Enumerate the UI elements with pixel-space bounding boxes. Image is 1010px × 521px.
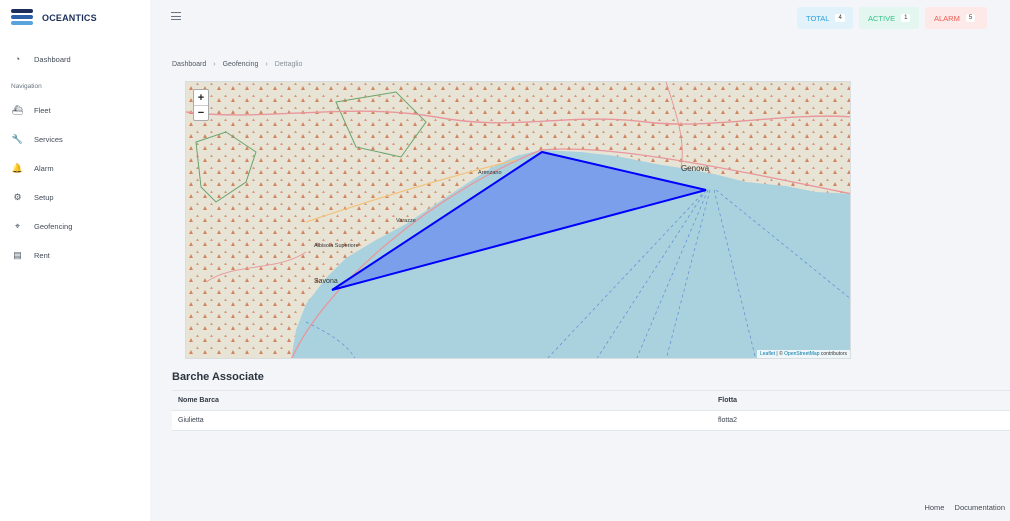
sidebar-item-services[interactable]: 🔧 Services bbox=[12, 132, 63, 146]
map-canvas bbox=[186, 82, 850, 358]
map-label-genova: Genova bbox=[681, 164, 710, 173]
sidebar-item-fleet[interactable]: ⛴ Fleet bbox=[12, 103, 51, 117]
active-badge[interactable]: ACTIVE 1 bbox=[859, 7, 919, 29]
dashboard-icon: ◔ bbox=[14, 54, 21, 64]
sidebar-item-geofencing[interactable]: ⌖ Geofencing bbox=[12, 219, 72, 233]
zoom-in-button[interactable]: + bbox=[194, 90, 208, 105]
active-badge-count: 1 bbox=[901, 14, 911, 22]
footer-documentation-link[interactable]: Documentation bbox=[955, 503, 1005, 512]
breadcrumb-dashboard[interactable]: Dashboard bbox=[172, 61, 206, 68]
map-label-albisola: Albisola Superiore bbox=[314, 243, 359, 249]
clipboard-icon: ▤ bbox=[13, 249, 22, 260]
sidebar-item-dashboard[interactable]: ◔ Dashboard bbox=[12, 52, 71, 66]
hamburger-icon bbox=[171, 12, 181, 13]
column-header-flotta[interactable]: Flotta bbox=[712, 397, 737, 404]
sidebar-item-label: Rent bbox=[34, 250, 50, 260]
map-label-savona: Savona bbox=[314, 278, 338, 285]
sidebar-item-alarm[interactable]: 🔔 Alarm bbox=[12, 161, 54, 175]
section-title: Barche Associate bbox=[172, 371, 264, 383]
attribution-sep: | © bbox=[775, 351, 785, 357]
brand[interactable]: OCEANTICS bbox=[11, 6, 97, 30]
breadcrumb-current: Dettaglio bbox=[274, 61, 303, 68]
sidebar-item-setup[interactable]: ⚙ Setup bbox=[12, 190, 54, 204]
active-badge-label: ACTIVE bbox=[868, 13, 896, 23]
nav-heading: Navigation bbox=[11, 83, 42, 90]
sidebar-item-rent[interactable]: ▤ Rent bbox=[12, 248, 50, 262]
sidebar-item-label: Setup bbox=[34, 192, 54, 202]
boats-table: Nome Barca Flotta Giulietta flotta2 bbox=[172, 390, 1010, 431]
total-badge[interactable]: TOTAL 4 bbox=[797, 7, 853, 29]
chevron-right-icon: › bbox=[265, 61, 268, 68]
table-row[interactable]: Giulietta flotta2 bbox=[172, 411, 1010, 431]
breadcrumb-geofencing[interactable]: Geofencing bbox=[223, 61, 259, 68]
map-label-arenzano: Arenzano bbox=[478, 170, 502, 176]
cell-fleet: flotta2 bbox=[718, 417, 738, 424]
footer-home-link[interactable]: Home bbox=[924, 503, 944, 512]
wrench-icon: 🔧 bbox=[11, 133, 24, 144]
zoom-out-button[interactable]: − bbox=[194, 105, 208, 120]
alarm-badge[interactable]: ALARM 5 bbox=[925, 7, 987, 29]
attribution-suffix: contributors bbox=[819, 351, 847, 357]
sidebar: OCEANTICS ◔ Dashboard Navigation ⛴ Fleet… bbox=[0, 0, 150, 521]
map-pin-icon: ⌖ bbox=[14, 220, 21, 231]
chevron-right-icon: › bbox=[213, 61, 216, 68]
sidebar-item-label: Alarm bbox=[34, 163, 54, 173]
sidebar-item-label: Services bbox=[34, 134, 63, 144]
table-header-row: Nome Barca Flotta bbox=[172, 391, 1010, 411]
map-label-varazze: Varazze bbox=[396, 218, 416, 224]
alarm-badge-label: ALARM bbox=[934, 13, 960, 23]
gear-icon: ⚙ bbox=[13, 191, 22, 202]
column-header-nome-barca[interactable]: Nome Barca bbox=[172, 397, 712, 404]
menu-toggle-button[interactable] bbox=[171, 12, 181, 20]
map-attribution: Leaflet | © OpenStreetMap contributors bbox=[757, 350, 850, 358]
ship-icon: ⛴ bbox=[11, 104, 24, 115]
sidebar-item-label: Geofencing bbox=[34, 221, 73, 231]
osm-link[interactable]: OpenStreetMap bbox=[784, 351, 819, 357]
total-badge-count: 4 bbox=[835, 14, 845, 22]
oceantics-logo bbox=[11, 9, 33, 27]
geofence-map[interactable]: Genova Savona Arenzano Varazze Albisola … bbox=[185, 81, 851, 359]
brand-name: OCEANTICS bbox=[42, 13, 97, 23]
zoom-control: + − bbox=[193, 89, 209, 121]
footer: Home Documentation bbox=[916, 503, 1005, 512]
cell-boat-name: Giulietta bbox=[178, 417, 204, 424]
total-badge-label: TOTAL bbox=[806, 13, 830, 23]
sidebar-item-label: Fleet bbox=[34, 105, 51, 115]
sidebar-item-label: Dashboard bbox=[34, 54, 71, 64]
breadcrumb: Dashboard › Geofencing › Dettaglio bbox=[172, 61, 302, 68]
bell-icon: 🔔 bbox=[11, 162, 24, 173]
alarm-badge-count: 5 bbox=[965, 14, 976, 22]
leaflet-link[interactable]: Leaflet bbox=[760, 351, 775, 357]
